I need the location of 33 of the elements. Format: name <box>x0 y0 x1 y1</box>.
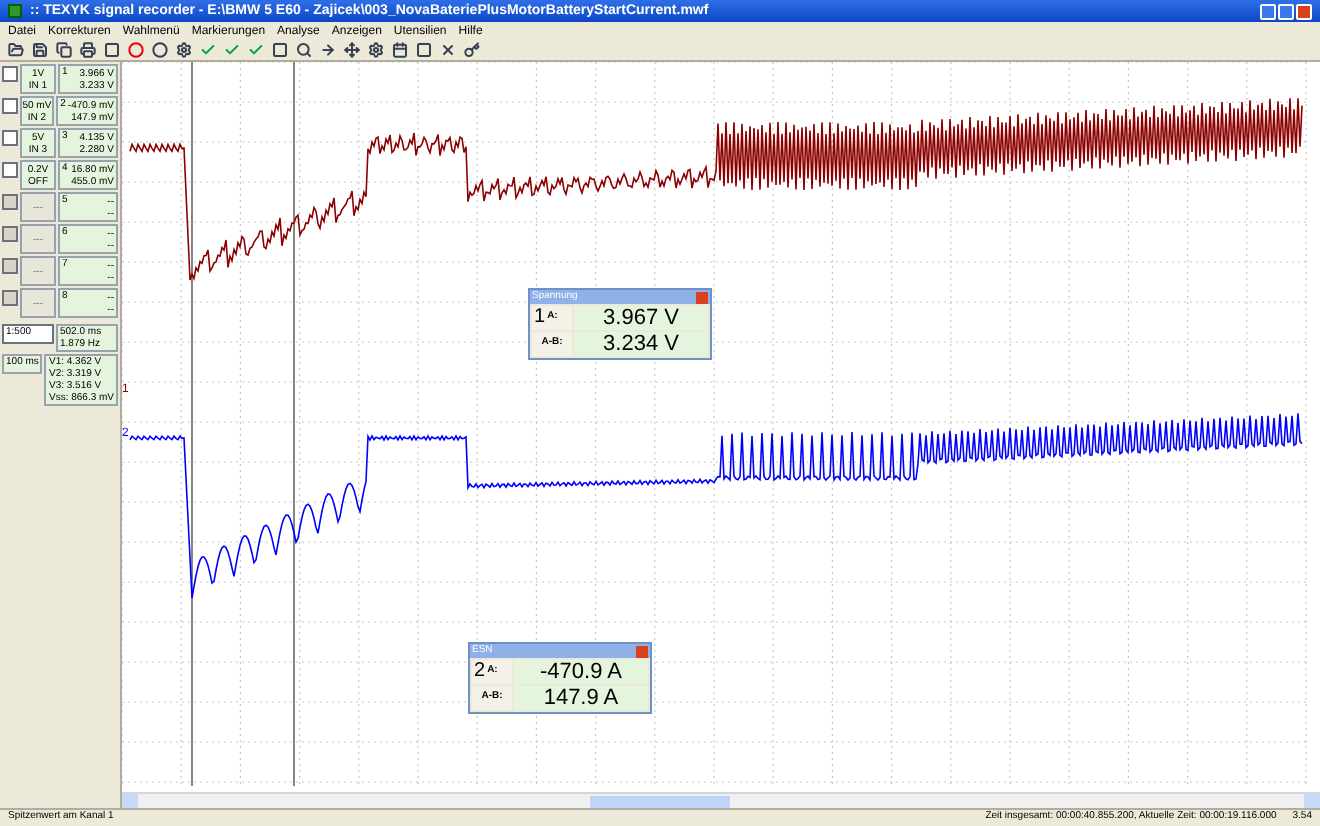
channel-number: 2 <box>474 662 486 682</box>
toolbar-icon[interactable] <box>416 42 432 58</box>
measurement-value: 147.9 A <box>514 686 648 710</box>
toolbar-icon[interactable] <box>32 42 48 58</box>
minimize-button[interactable] <box>1260 3 1276 19</box>
toolbar-icon[interactable] <box>368 42 384 58</box>
app-icon <box>8 4 22 18</box>
toolbar-icon[interactable] <box>320 42 336 58</box>
channel-button[interactable] <box>2 162 18 178</box>
toolbar-icon[interactable] <box>176 42 192 58</box>
channel-number: 1 <box>534 308 546 328</box>
channel-button[interactable] <box>2 66 18 82</box>
measurement-value: 3.967 V <box>574 306 708 330</box>
measurement-value: 3.234 V <box>574 332 708 356</box>
toolbar-icon[interactable] <box>344 42 360 58</box>
channel-button[interactable] <box>2 290 18 306</box>
channel-button[interactable] <box>2 98 18 114</box>
channel-button[interactable] <box>2 194 18 210</box>
toolbar-icon[interactable] <box>80 42 96 58</box>
channel-button[interactable] <box>2 226 18 242</box>
channel-button[interactable] <box>2 258 18 274</box>
toolbar-icon[interactable] <box>296 42 312 58</box>
measurement-value: -470.9 A <box>514 660 648 684</box>
scroll-thumb[interactable] <box>590 795 730 807</box>
close-button[interactable] <box>1296 3 1312 19</box>
toolbar-icon[interactable] <box>440 42 456 58</box>
horizontal-scrollbar[interactable] <box>122 792 1320 808</box>
toolbar-icon[interactable] <box>464 42 480 58</box>
channel-button[interactable] <box>2 130 18 146</box>
maximize-button[interactable] <box>1278 3 1294 19</box>
toolbar-icon[interactable] <box>8 42 24 58</box>
toolbar-icon[interactable] <box>56 42 72 58</box>
toolbar-icon[interactable] <box>392 42 408 58</box>
